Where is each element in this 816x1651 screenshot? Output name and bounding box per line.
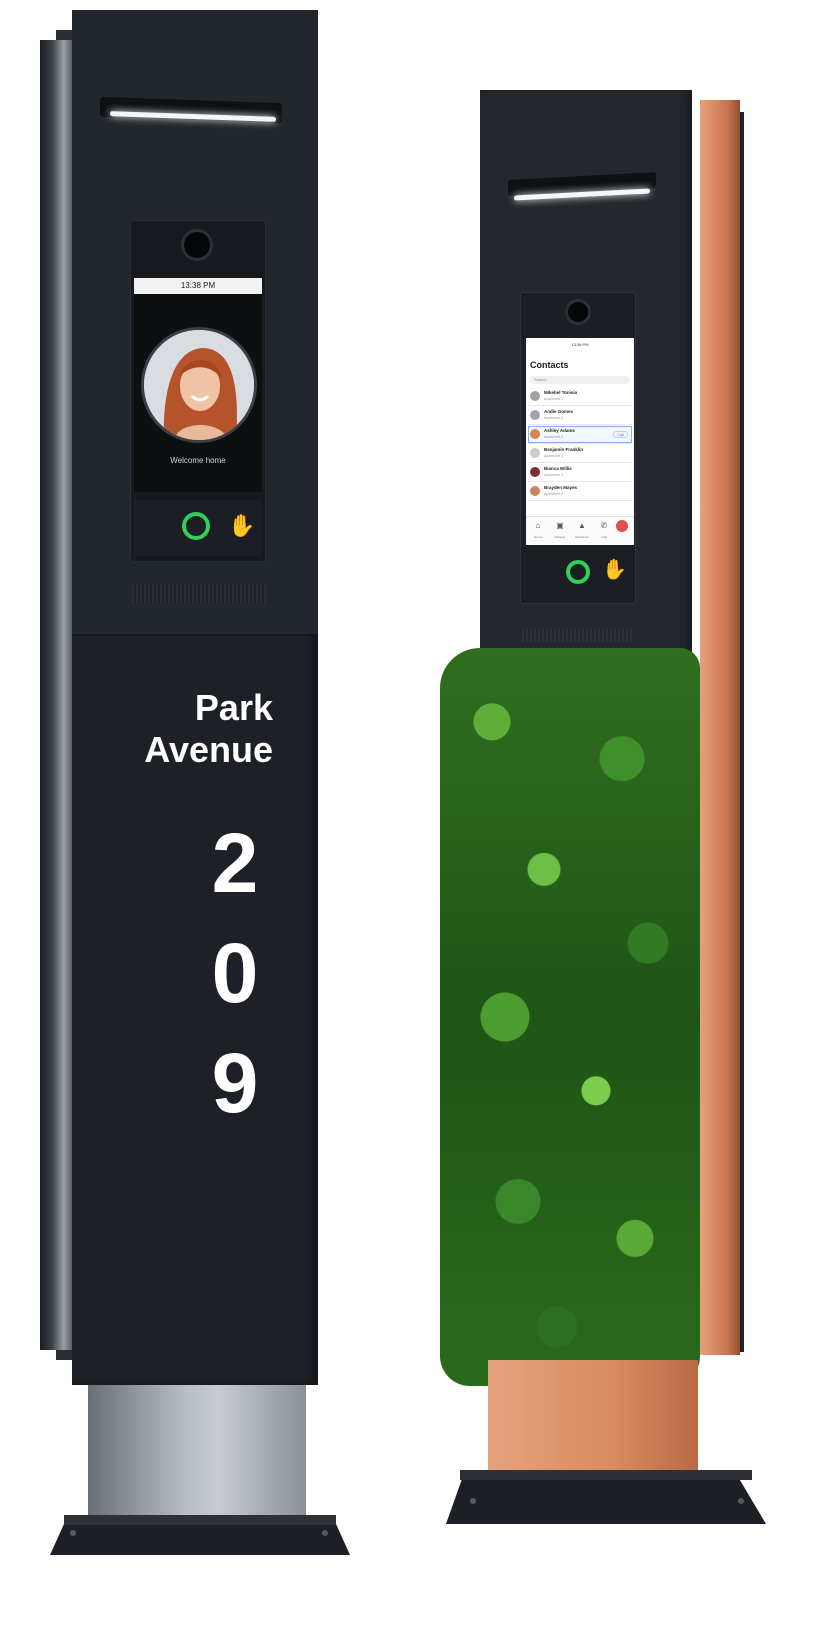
bolt-icon	[470, 1498, 476, 1504]
left-face-photo	[144, 330, 254, 440]
right-speaker-grille	[522, 628, 634, 642]
house-number-digit: 9	[211, 1036, 259, 1130]
bolt-icon	[738, 1498, 744, 1504]
left-camera-icon	[184, 232, 210, 258]
avatar	[530, 448, 540, 458]
contact-row-selected[interactable]: Ashley Adams Apartment 3 Call	[528, 426, 632, 444]
contact-name: Mikebel Tonisia	[544, 390, 578, 395]
contact-unit: Apartment 6	[544, 492, 564, 496]
call-contact-button[interactable]: Call	[613, 431, 628, 438]
contact-name: Bianca Willis	[544, 466, 572, 471]
contact-name: Brayden Mayes	[544, 485, 578, 490]
contact-unit: Apartment 1	[544, 397, 564, 401]
contact-row[interactable]: Andie Gomes Apartment 2	[528, 407, 632, 425]
street-name-line1: Park	[194, 687, 273, 728]
avatar	[530, 467, 540, 477]
contact-name: Ashley Adams	[544, 428, 575, 433]
bolt-icon	[70, 1530, 76, 1536]
contacts-title: Contacts	[530, 360, 569, 370]
left-base-top	[64, 1515, 336, 1525]
right-base-top	[460, 1470, 752, 1480]
nav-label: Home	[533, 535, 542, 539]
left-pillar-seam	[72, 634, 318, 636]
emergency-icon[interactable]	[616, 520, 628, 532]
home-icon[interactable]: ⌂	[528, 521, 548, 530]
status-ring-icon[interactable]	[182, 512, 210, 540]
avatar	[530, 429, 540, 439]
nav-label: Residents	[575, 535, 589, 539]
contacts-search-input[interactable]: Search	[530, 376, 630, 384]
green-wall-foliage	[440, 648, 700, 1386]
package-icon[interactable]: ▣	[550, 521, 570, 530]
contact-unit: Apartment 3	[544, 435, 564, 439]
face-portrait-icon	[144, 330, 254, 440]
building-icon[interactable]: ▲	[572, 521, 592, 530]
contact-row[interactable]: Benjamin Franklin Apartment 4	[528, 445, 632, 463]
avatar	[530, 486, 540, 496]
left-pillar-stem	[88, 1385, 306, 1520]
avatar	[530, 410, 540, 420]
contact-name: Andie Gomes	[544, 409, 574, 414]
house-number-digit: 2	[211, 816, 259, 910]
phone-icon[interactable]: ✆	[594, 521, 614, 530]
contact-row[interactable]: Bianca Willis Apartment 5	[528, 464, 632, 482]
house-number-digit: 0	[211, 926, 259, 1020]
right-camera-icon	[568, 302, 588, 322]
right-pillar-copper-side	[700, 100, 740, 1355]
hand-wave-icon[interactable]: ✋	[602, 558, 627, 582]
contact-row[interactable]: Brayden Mayes Apartment 6	[528, 483, 632, 501]
nav-label: Call	[601, 535, 607, 539]
left-pillar-side-fin	[40, 40, 74, 1350]
street-name-line2: Avenue	[144, 729, 273, 770]
contact-unit: Apartment 5	[544, 473, 564, 477]
avatar	[530, 391, 540, 401]
right-screen-time: 13:38 PM	[571, 342, 589, 347]
bolt-icon	[322, 1530, 328, 1536]
status-ring-icon[interactable]	[566, 560, 590, 584]
contact-row[interactable]: Mikebel Tonisia Apartment 1	[528, 388, 632, 406]
hand-wave-icon[interactable]: ✋	[228, 514, 255, 538]
screen-bottom-nav: ⌂ Home ▣ Delivery ▲ Residents ✆ Call	[526, 516, 634, 545]
left-welcome-text: Welcome home	[170, 456, 226, 465]
nav-label: Delivery	[554, 535, 566, 539]
contact-name: Benjamin Franklin	[544, 447, 584, 452]
contact-unit: Apartment 4	[544, 454, 564, 458]
left-screen-time: 13:38 PM	[134, 278, 262, 294]
contact-unit: Apartment 2	[544, 416, 564, 420]
left-speaker-grille	[132, 584, 266, 604]
